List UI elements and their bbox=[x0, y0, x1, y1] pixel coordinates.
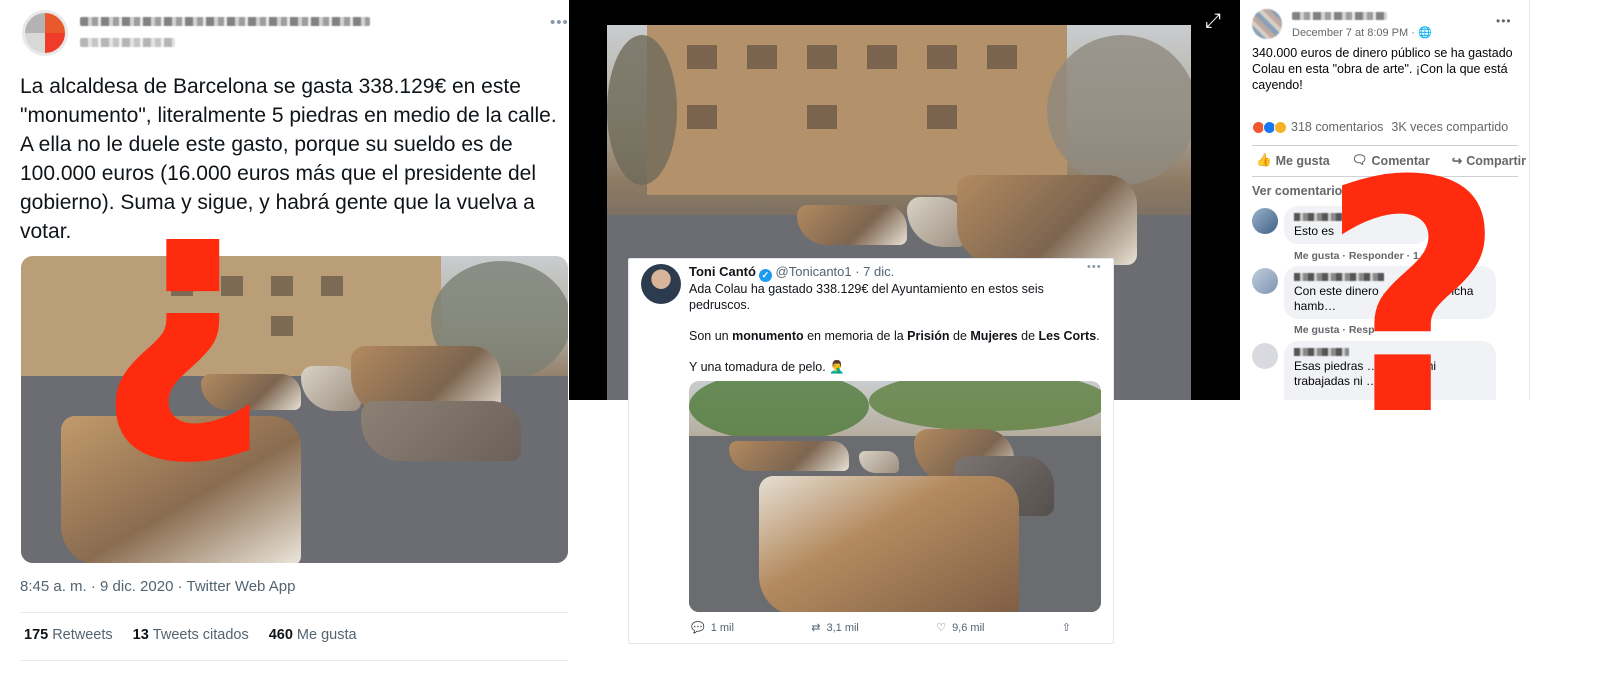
commenter-avatar[interactable] bbox=[1252, 268, 1278, 294]
author-handle[interactable]: @Tonicanto1 · 7 dic. bbox=[776, 264, 895, 279]
embedded-author-avatar[interactable] bbox=[641, 264, 681, 304]
fb-post-date[interactable]: December 7 at 8:09 PM · 🌐 bbox=[1292, 26, 1432, 39]
embedded-tweet-text: Ada Colau ha gastado 338.129€ del Ayunta… bbox=[689, 281, 1101, 390]
retweet-icon: ⇄ bbox=[811, 622, 821, 634]
question-mark-overlay: ? bbox=[1320, 114, 1506, 486]
tweet-timestamp[interactable]: 8:45 a. m. · 9 dic. 2020 · Twitter Web A… bbox=[20, 578, 295, 595]
author-name-blurred[interactable] bbox=[80, 17, 370, 26]
more-dots-icon[interactable]: ••• bbox=[1087, 261, 1102, 273]
author-name[interactable]: Toni Cantó bbox=[689, 264, 756, 279]
expand-arrows-icon[interactable]: ⤢ bbox=[1205, 10, 1221, 33]
quotes-stat[interactable]: 13 Tweets citados bbox=[133, 627, 249, 643]
embedded-tweet: Toni Cantó ✓ @Tonicanto1 · 7 dic. ••• Ada… bbox=[628, 258, 1114, 644]
fb-author-avatar[interactable] bbox=[1252, 9, 1282, 39]
like-button[interactable]: ♡ 9,6 mil bbox=[936, 621, 984, 635]
haha-reaction-icon bbox=[1274, 120, 1287, 134]
retweet-button[interactable]: ⇄ 3,1 mil bbox=[811, 621, 859, 635]
tweet-stats: 175 Retweets 13 Tweets citados 460 Me gusta bbox=[24, 627, 357, 643]
left-tweet: ••• La alcaldesa de Barcelona se gasta 3… bbox=[0, 0, 575, 675]
fb-post-text: 340.000 euros de dinero público se ha ga… bbox=[1252, 46, 1513, 92]
reaction-icons[interactable] bbox=[1252, 120, 1287, 134]
inverted-question-mark-overlay: ¿ bbox=[95, 125, 270, 474]
commenter-avatar[interactable] bbox=[1252, 343, 1278, 369]
thumbs-up-icon: 👍 bbox=[1256, 153, 1272, 167]
reply-button[interactable]: 💬 1 mil bbox=[691, 621, 734, 635]
heart-icon: ♡ bbox=[936, 622, 947, 634]
divider bbox=[20, 612, 568, 613]
more-dots-icon[interactable]: ••• bbox=[1496, 14, 1512, 28]
divider bbox=[20, 660, 568, 661]
commenter-avatar[interactable] bbox=[1252, 208, 1278, 234]
more-dots-icon[interactable]: ••• bbox=[550, 14, 569, 31]
embedded-tweet-actions: 💬 1 mil ⇄ 3,1 mil ♡ 9,6 mil ⇧ bbox=[691, 621, 1071, 635]
text-line-3: Y una tomadura de pelo. 🤦‍♂️ bbox=[689, 360, 845, 374]
text-line-2: Son un monumento en memoria de la Prisió… bbox=[689, 329, 1100, 343]
fb-like-button[interactable]: 👍 Me gusta bbox=[1256, 153, 1330, 168]
embedded-author[interactable]: Toni Cantó ✓ @Tonicanto1 · 7 dic. bbox=[689, 264, 894, 282]
share-button[interactable]: ⇧ bbox=[1062, 621, 1071, 634]
reply-icon: 💬 bbox=[691, 622, 705, 634]
fb-author-name-blurred[interactable] bbox=[1292, 12, 1387, 20]
author-handle-blurred[interactable] bbox=[80, 38, 175, 47]
share-icon: ⇧ bbox=[1061, 622, 1071, 634]
retweets-stat[interactable]: 175 Retweets bbox=[24, 627, 113, 643]
embedded-tweet-photo[interactable] bbox=[689, 381, 1101, 612]
author-avatar[interactable] bbox=[22, 10, 68, 56]
likes-stat[interactable]: 460 Me gusta bbox=[269, 627, 357, 643]
text-line-1: Ada Colau ha gastado 338.129€ del Ayunta… bbox=[689, 282, 1044, 312]
